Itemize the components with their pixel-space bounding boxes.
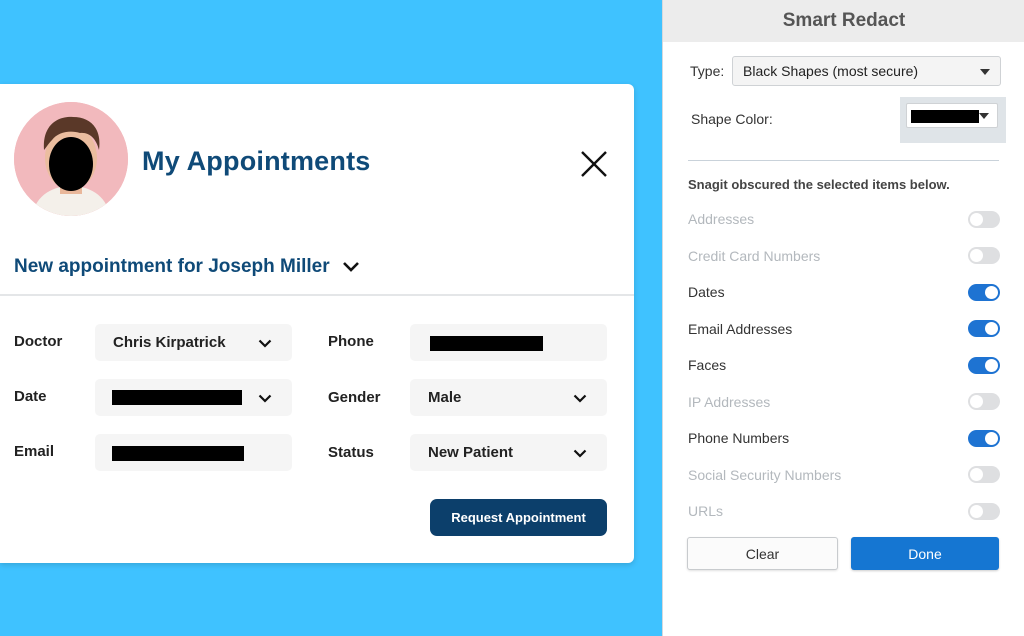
chevron-down-icon [258,394,272,403]
gender-value: Male [428,389,462,406]
dropdown-arrow-icon [979,113,989,119]
toggle-knob [970,468,983,481]
redact-option-label: Email Addresses [688,320,793,337]
redact-option-toggle[interactable] [968,320,1000,337]
redact-notice: Snagit obscured the selected items below… [688,177,950,192]
clear-button[interactable]: Clear [687,537,838,570]
toggle-knob [985,285,998,299]
toggle-knob [970,395,983,408]
email-label: Email [14,443,55,460]
status-value: New Patient [428,444,514,461]
redact-option-row: Social Security Numbers [688,465,1000,485]
chevron-down-icon [573,394,587,403]
toggle-knob [970,504,983,518]
toggle-knob [985,322,998,335]
redact-option-label: IP Addresses [688,393,771,410]
appointment-label: New appointment for Joseph Miller [14,256,330,277]
date-label: Date [14,388,47,405]
request-appointment-button[interactable]: Request Appointment [430,499,607,536]
redact-option-row: IP Addresses [688,392,1000,412]
type-select[interactable]: Black Shapes (most secure) [732,56,1001,86]
redact-option-label: URLs [688,503,724,519]
redact-option-row: Addresses [688,209,1000,229]
chevron-down-icon [342,262,359,272]
redact-option-toggle[interactable] [968,210,1000,228]
redact-option-toggle[interactable] [968,502,1000,520]
gender-select[interactable]: Male [410,379,607,416]
redact-option-row: Phone Numbers [688,428,1000,448]
panel-title: Smart Redact [663,0,1024,42]
type-label: Type: [690,63,725,79]
doctor-label: Doctor [14,333,63,350]
status-select[interactable]: New Patient [410,434,607,471]
date-select[interactable] [95,379,292,416]
type-value: Black Shapes (most secure) [743,63,919,79]
divider [688,160,999,161]
appointment-selector[interactable]: New appointment for Joseph Miller [14,256,360,278]
redact-option-toggle[interactable] [968,466,1000,483]
redact-option-row: Dates [688,282,1000,302]
chevron-down-icon [573,449,587,458]
redact-option-row: Faces [688,355,1000,375]
redaction-shape [112,390,242,405]
status-label: Status [328,444,374,461]
redact-option-toggle[interactable] [968,247,1000,264]
toggle-knob [985,358,998,372]
email-field[interactable] [95,434,292,471]
redact-option-toggle[interactable] [968,393,1000,410]
image-canvas: My Appointments New appointment for Jose… [0,0,662,636]
redact-option-toggle[interactable] [968,429,1000,447]
redact-option-row: Credit Card Numbers [688,246,1000,266]
toggle-knob [970,249,983,262]
page-title: My Appointments [142,146,371,176]
phone-label: Phone [328,333,374,350]
divider [0,294,634,296]
redact-option-toggle[interactable] [968,283,1000,301]
done-button[interactable]: Done [851,537,999,570]
redact-option-label: Faces [688,357,727,373]
appointments-card: My Appointments New appointment for Jose… [0,84,634,563]
shape-color-label: Shape Color: [691,111,773,127]
avatar [14,102,128,216]
redact-option-row: URLs [688,501,1000,521]
redact-option-label: Credit Card Numbers [688,247,821,264]
phone-field[interactable] [410,324,607,361]
smart-redact-panel: Smart Redact Type: Black Shapes (most se… [662,0,1024,636]
redact-option-label: Social Security Numbers [688,466,842,483]
shape-color-well [900,97,1006,143]
dropdown-arrow-icon [980,69,990,75]
redact-option-label: Dates [688,284,725,300]
shape-color-picker[interactable] [906,103,998,128]
gender-label: Gender [328,389,381,406]
redact-option-toggle[interactable] [968,356,1000,374]
toggle-knob [985,431,998,445]
redaction-shape [430,336,543,351]
redaction-shape [112,446,244,461]
color-swatch [911,110,979,123]
chevron-down-icon [258,339,272,348]
redact-option-label: Addresses [688,211,755,227]
redact-option-label: Phone Numbers [688,430,790,446]
doctor-value: Chris Kirpatrick [113,334,226,351]
toggle-knob [970,212,983,226]
close-icon[interactable] [578,148,610,180]
redact-option-row: Email Addresses [688,319,1000,339]
doctor-select[interactable]: Chris Kirpatrick [95,324,292,361]
